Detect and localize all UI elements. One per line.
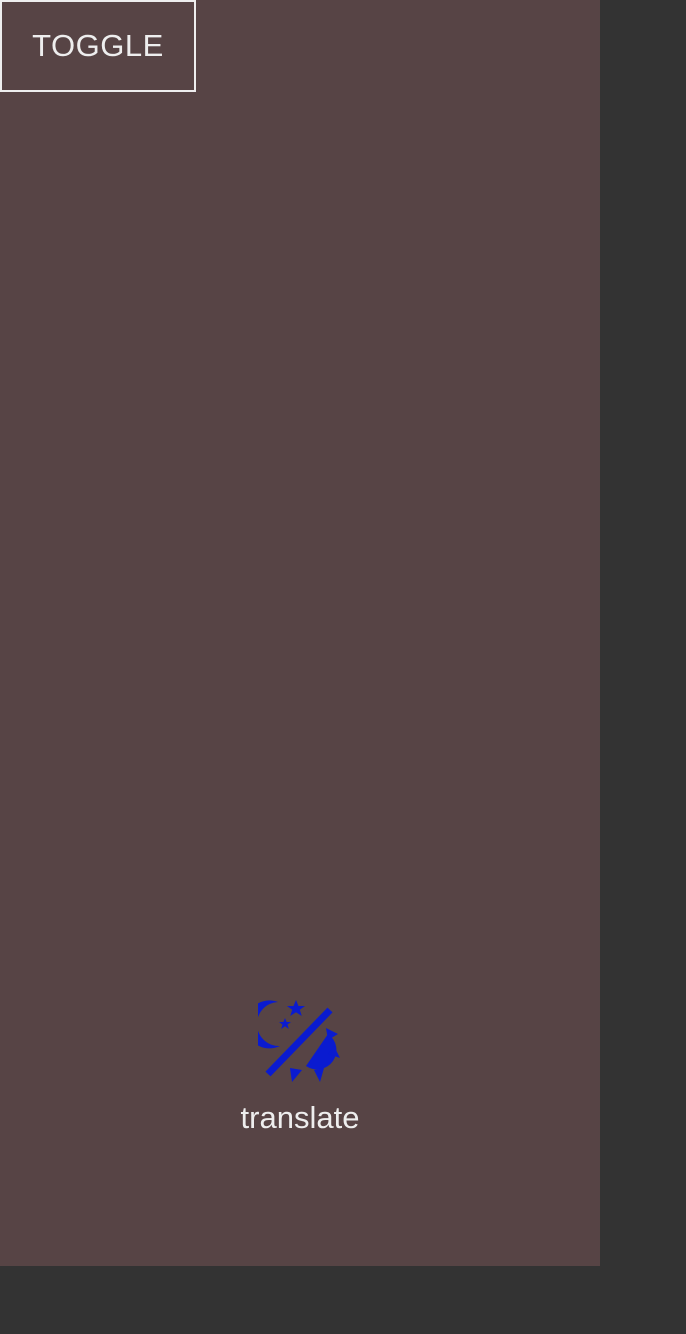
- toggle-button[interactable]: TOGGLE: [0, 0, 196, 92]
- caption-text: translate: [240, 1100, 360, 1135]
- content-panel: TOGGLE translate: [0, 0, 600, 1266]
- day-night-toggle-icon[interactable]: [258, 998, 342, 1084]
